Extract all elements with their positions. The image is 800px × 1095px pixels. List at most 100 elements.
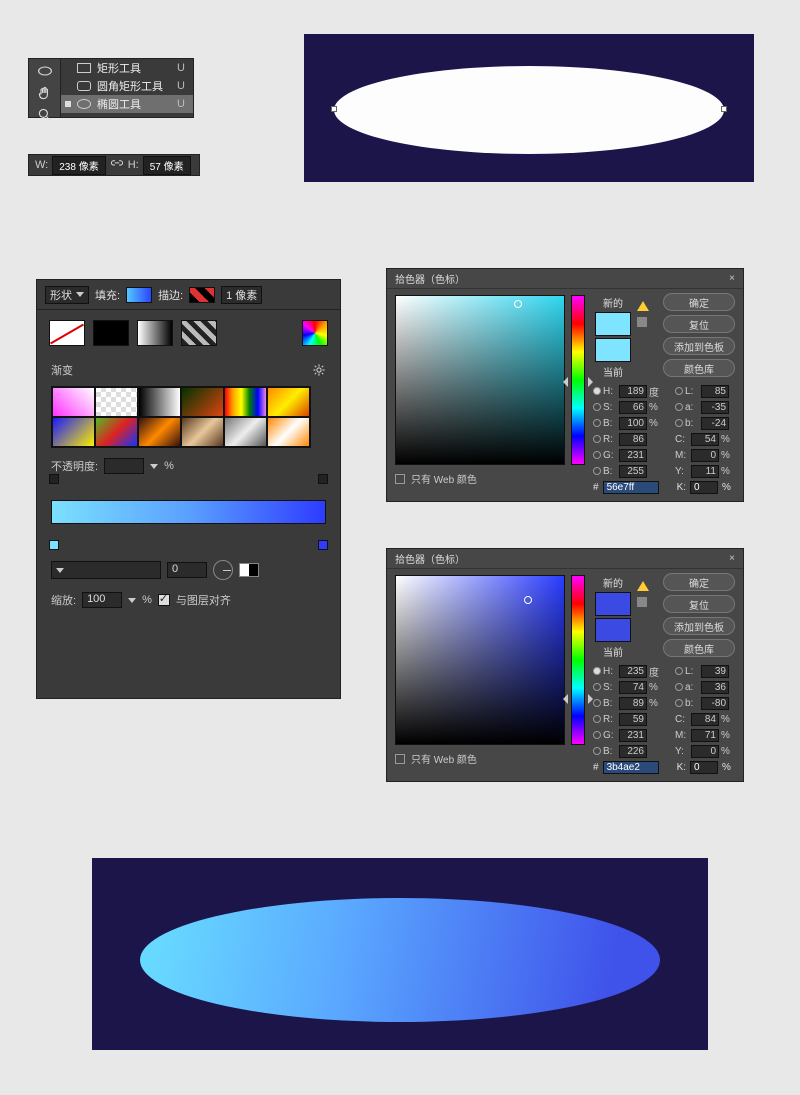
stroke-swatch[interactable] <box>189 287 215 303</box>
ok-button[interactable]: 确定 <box>663 573 735 591</box>
ok-button[interactable]: 确定 <box>663 293 735 311</box>
gradient-preset[interactable] <box>181 387 224 417</box>
ellipse-tool-icon[interactable] <box>37 63 53 79</box>
y-input[interactable]: 11 <box>691 465 719 478</box>
fill-swatch[interactable] <box>126 287 152 303</box>
s-input[interactable]: 66 <box>619 401 647 414</box>
hue-slider[interactable] <box>571 295 585 465</box>
ellipse-shape[interactable] <box>334 66 724 154</box>
g-input[interactable]: 231 <box>619 449 647 462</box>
h-radio[interactable] <box>593 667 601 675</box>
l-radio[interactable] <box>675 667 683 675</box>
warning-icon[interactable] <box>637 581 649 591</box>
hue-slider[interactable] <box>571 575 585 745</box>
opacity-stop-right[interactable] <box>318 474 328 484</box>
h-input[interactable]: 235 <box>619 665 647 678</box>
tool-rectangle[interactable]: 矩形工具 U <box>61 59 193 77</box>
gear-icon[interactable] <box>312 363 326 377</box>
close-icon[interactable]: × <box>729 553 735 564</box>
hex-input[interactable]: 56e7ff <box>603 481 659 494</box>
b-input[interactable]: 89 <box>619 697 647 710</box>
color-library-button[interactable]: 颜色库 <box>663 639 735 657</box>
bch-radio[interactable] <box>593 747 601 755</box>
new-color-swatch[interactable] <box>595 592 631 616</box>
color-field[interactable] <box>395 295 565 465</box>
fill-solid-swatch[interactable] <box>93 320 129 346</box>
gradient-preset[interactable] <box>267 387 310 417</box>
color-stop-left[interactable] <box>49 540 59 550</box>
gradient-type-dropdown[interactable] <box>51 561 161 579</box>
l-input[interactable]: 85 <box>701 385 729 398</box>
angle-wheel-icon[interactable] <box>213 560 233 580</box>
zoom-tool-icon[interactable] <box>37 107 53 123</box>
a-input[interactable]: -35 <box>701 401 729 414</box>
hue-marker[interactable] <box>567 377 589 387</box>
lab-b-radio[interactable] <box>675 419 683 427</box>
fill-none-swatch[interactable] <box>49 320 85 346</box>
r-input[interactable]: 59 <box>619 713 647 726</box>
s-radio[interactable] <box>593 683 601 691</box>
c-input[interactable]: 54 <box>691 433 719 446</box>
gradient-preset[interactable] <box>181 417 224 447</box>
gradient-preset[interactable] <box>52 387 95 417</box>
height-input[interactable]: 57 像素 <box>143 156 191 175</box>
align-checkbox[interactable] <box>158 594 170 606</box>
reset-button[interactable]: 复位 <box>663 595 735 613</box>
new-color-swatch[interactable] <box>595 312 631 336</box>
l-input[interactable]: 39 <box>701 665 729 678</box>
bch-input[interactable]: 255 <box>619 465 647 478</box>
close-icon[interactable]: × <box>729 273 735 284</box>
b-radio[interactable] <box>593 699 601 707</box>
s-radio[interactable] <box>593 403 601 411</box>
current-color-swatch[interactable] <box>595 618 631 642</box>
y-input[interactable]: 0 <box>691 745 719 758</box>
gradient-preset[interactable] <box>267 417 310 447</box>
labb-input[interactable]: -80 <box>701 697 729 710</box>
h-input[interactable]: 189 <box>619 385 647 398</box>
gradient-preset[interactable] <box>138 417 181 447</box>
r-radio[interactable] <box>593 435 601 443</box>
web-only-checkbox[interactable] <box>395 474 405 484</box>
color-library-button[interactable]: 颜色库 <box>663 359 735 377</box>
s-input[interactable]: 74 <box>619 681 647 694</box>
hue-marker[interactable] <box>567 694 589 704</box>
a-radio[interactable] <box>675 683 683 691</box>
web-only-checkbox[interactable] <box>395 754 405 764</box>
gradient-bar[interactable] <box>51 500 326 524</box>
k-input[interactable]: 0 <box>690 481 718 494</box>
tool-rounded-rectangle[interactable]: 圆角矩形工具 U <box>61 77 193 95</box>
l-radio[interactable] <box>675 387 683 395</box>
opacity-stop-left[interactable] <box>49 474 59 484</box>
m-input[interactable]: 0 <box>691 449 719 462</box>
b-radio[interactable] <box>593 419 601 427</box>
opacity-input[interactable] <box>104 458 144 474</box>
bch-input[interactable]: 226 <box>619 745 647 758</box>
a-input[interactable]: 36 <box>701 681 729 694</box>
cube-icon[interactable] <box>637 597 647 607</box>
add-swatch-button[interactable]: 添加到色板 <box>663 617 735 635</box>
gradient-preset[interactable] <box>138 387 181 417</box>
color-picker-icon[interactable] <box>302 320 328 346</box>
a-radio[interactable] <box>675 403 683 411</box>
stroke-width-input[interactable]: 1 像素 <box>221 286 262 304</box>
g-input[interactable]: 231 <box>619 729 647 742</box>
ellipse-shape-gradient[interactable] <box>140 898 660 1022</box>
reset-button[interactable]: 复位 <box>663 315 735 333</box>
mode-dropdown[interactable]: 形状 <box>45 286 89 304</box>
cube-icon[interactable] <box>637 317 647 327</box>
tool-ellipse[interactable]: 椭圆工具 U <box>61 95 193 113</box>
chevron-down-icon[interactable] <box>150 464 158 469</box>
gradient-preset[interactable] <box>95 387 138 417</box>
gradient-preset[interactable] <box>95 417 138 447</box>
h-radio[interactable] <box>593 387 601 395</box>
g-radio[interactable] <box>593 451 601 459</box>
current-color-swatch[interactable] <box>595 338 631 362</box>
link-wh-icon[interactable] <box>110 158 124 172</box>
c-input[interactable]: 84 <box>691 713 719 726</box>
hex-input[interactable]: 3b4ae2 <box>603 761 659 774</box>
g-radio[interactable] <box>593 731 601 739</box>
fill-gradient-swatch[interactable] <box>137 320 173 346</box>
k-input[interactable]: 0 <box>690 761 718 774</box>
color-cursor[interactable] <box>524 596 532 604</box>
hand-tool-icon[interactable] <box>37 85 53 101</box>
